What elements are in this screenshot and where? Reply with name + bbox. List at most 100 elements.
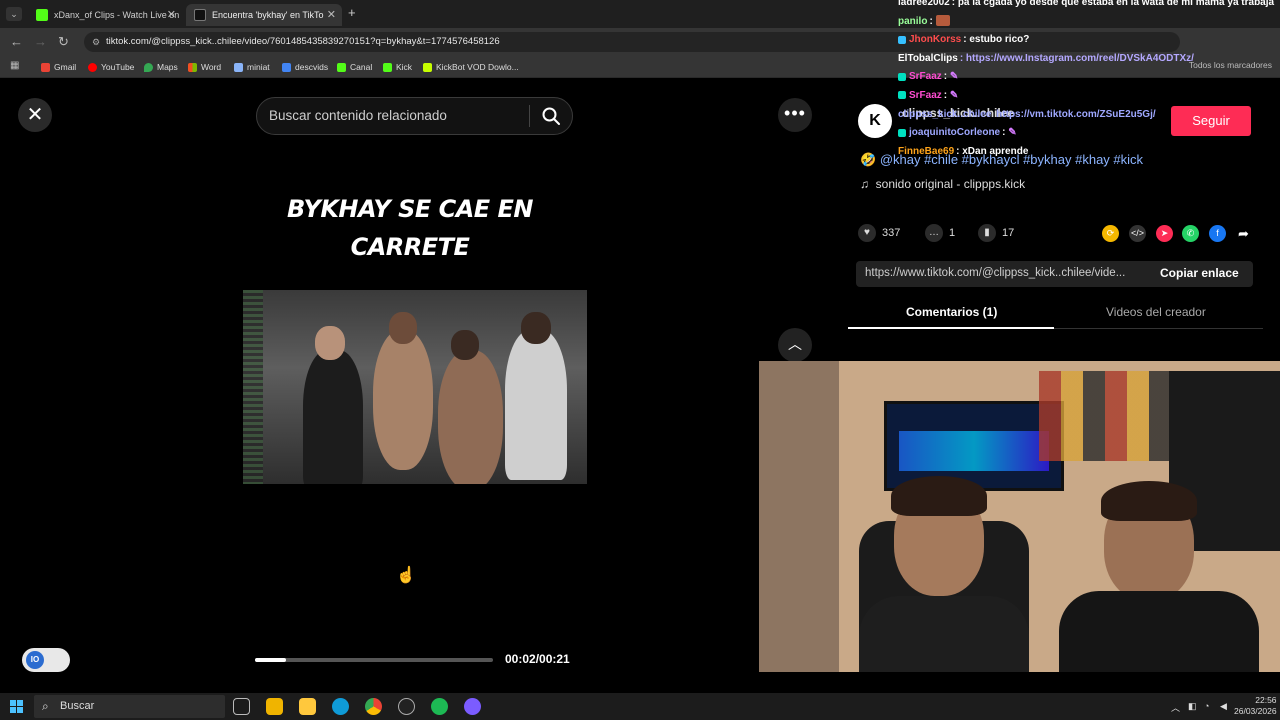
tab-comments[interactable]: Comentarios (1) bbox=[906, 304, 997, 320]
embed-icon[interactable]: </> bbox=[1129, 225, 1146, 242]
chat-text: : bbox=[1002, 127, 1006, 139]
apps-grid-icon[interactable]: ▦ bbox=[10, 60, 19, 71]
bookmark-youtube[interactable]: YouTube bbox=[88, 60, 134, 74]
badge-icon bbox=[898, 35, 906, 44]
taskbar: ⌕ Buscar ︿ ◧ ◔ ◀ 22:56 26/03/2026 bbox=[0, 693, 1280, 720]
tab-label: xDanx_of Clips - Watch Live on bbox=[54, 10, 180, 20]
badge-icon bbox=[898, 91, 906, 100]
system-clock[interactable]: 22:56 26/03/2026 bbox=[1234, 695, 1277, 717]
chat-user: SrFaaz bbox=[909, 89, 942, 101]
tab-list-button[interactable]: ⌄ bbox=[6, 7, 22, 21]
edge-icon[interactable] bbox=[332, 698, 349, 715]
whatsapp-icon[interactable]: ✆ bbox=[1182, 225, 1199, 242]
app-icon[interactable] bbox=[464, 698, 481, 715]
badge-icon bbox=[898, 72, 906, 81]
feather-emote-icon: ✎ bbox=[949, 71, 959, 83]
chat-text: https://vm.tiktok.com/ZSuE2u5Gj/ bbox=[996, 108, 1156, 120]
back-icon[interactable]: ← bbox=[10, 34, 23, 49]
save-button[interactable]: ▮ 17 bbox=[978, 224, 1014, 243]
active-tab-indicator bbox=[848, 327, 1054, 329]
chat-user: JhonKorss bbox=[909, 34, 962, 46]
bookmark-label: Kick bbox=[396, 62, 413, 72]
windows-start-icon[interactable] bbox=[10, 700, 23, 713]
related-search-input[interactable]: Buscar contenido relacionado bbox=[256, 97, 573, 135]
previous-video-button[interactable]: ︿ bbox=[778, 328, 812, 362]
chat-text: : https://www.Instagram.com/reel/DVSkA4O… bbox=[959, 52, 1194, 64]
person-head bbox=[451, 330, 479, 360]
chat-message: ladree2002: pa la cgada yo desde que est… bbox=[898, 0, 1280, 13]
person-hair bbox=[1101, 481, 1197, 521]
star-icon bbox=[234, 63, 243, 72]
person-shirt bbox=[859, 596, 1029, 672]
share-arrow-icon[interactable]: ➦ bbox=[1235, 225, 1252, 242]
close-tab-icon[interactable]: ✕ bbox=[327, 4, 336, 26]
video-frame[interactable] bbox=[243, 290, 587, 484]
network-icon[interactable]: ◧ bbox=[1188, 701, 1197, 712]
bookmark-kick[interactable]: Kick bbox=[383, 60, 412, 74]
facebook-icon[interactable]: f bbox=[1209, 225, 1226, 242]
url-text: tiktok.com/@clippss_kick..chilee/video/7… bbox=[106, 36, 500, 47]
chat-message: FinneBae69: xDan aprende bbox=[898, 143, 1280, 162]
chat-message: joaquinitoCorleone: ✎ bbox=[898, 124, 1280, 143]
volume-icon[interactable]: ◀ bbox=[1220, 701, 1227, 712]
copy-link-button[interactable]: Copiar enlace bbox=[1160, 266, 1239, 280]
chat-message: SrFaaz: ✎ bbox=[898, 87, 1280, 106]
bookmark-word[interactable]: Word bbox=[188, 60, 221, 74]
grid-icon bbox=[282, 63, 291, 72]
comment-button[interactable]: … 1 bbox=[925, 224, 955, 243]
chat-user: joaquinitoCorleone bbox=[909, 127, 1001, 139]
chat-text: : bbox=[929, 15, 933, 27]
bookmark-label: Maps bbox=[157, 62, 178, 72]
store-icon[interactable] bbox=[266, 698, 283, 715]
bookmark-label: Gmail bbox=[54, 62, 77, 72]
chat-message: clippss_kick..chilee https://vm.tiktok.c… bbox=[898, 106, 1280, 125]
bookmark-maps[interactable]: Maps bbox=[144, 60, 178, 74]
taskbar-search-label: Buscar bbox=[60, 700, 95, 712]
site-info-icon[interactable]: ⚙ bbox=[92, 32, 100, 52]
video-progress-bar[interactable] bbox=[255, 658, 493, 662]
creator-avatar[interactable]: K bbox=[858, 104, 892, 138]
repost-icon[interactable]: ⟳ bbox=[1102, 225, 1119, 242]
kick-icon bbox=[383, 63, 392, 72]
bookmark-label: miniat bbox=[247, 62, 270, 72]
kick-favicon-icon bbox=[36, 9, 48, 21]
reload-icon[interactable]: ↻ bbox=[58, 34, 69, 50]
new-tab-button[interactable]: + bbox=[348, 5, 356, 20]
bookmark-descvids[interactable]: descvids bbox=[282, 60, 328, 74]
like-count: 337 bbox=[882, 227, 901, 239]
youtube-icon bbox=[88, 63, 97, 72]
bookmark-icon: ▮ bbox=[978, 224, 996, 243]
bookmark-kickbot[interactable]: KickBot VOD Dowlo... bbox=[423, 60, 519, 74]
tab-kick[interactable]: xDanx_of Clips - Watch Live on ✕ bbox=[28, 4, 182, 26]
more-options-button[interactable]: ••• bbox=[778, 98, 812, 132]
file-explorer-icon[interactable] bbox=[299, 698, 316, 715]
search-icon[interactable] bbox=[540, 105, 562, 127]
tab-creator-videos[interactable]: Videos del creador bbox=[1106, 304, 1206, 320]
bookmark-label: descvids bbox=[295, 62, 329, 72]
like-button[interactable]: ♥ 337 bbox=[858, 224, 901, 243]
send-icon[interactable]: ➤ bbox=[1156, 225, 1173, 242]
bookmark-canal[interactable]: Canal bbox=[337, 60, 372, 74]
chat-user: ladree2002 bbox=[898, 0, 950, 8]
tab-tiktok[interactable]: Encuentra 'bykhay' en TikTo ✕ bbox=[186, 4, 342, 26]
progress-fill bbox=[255, 658, 286, 662]
close-tab-icon[interactable]: ✕ bbox=[167, 4, 176, 26]
wifi-icon[interactable]: ◔ bbox=[1204, 701, 1209, 711]
obs-icon[interactable] bbox=[398, 698, 415, 715]
sound-link[interactable]: ♫ sonido original - clippps.kick bbox=[860, 177, 1025, 191]
emote-icon bbox=[935, 15, 950, 27]
chrome-icon[interactable] bbox=[365, 698, 382, 715]
task-view-icon[interactable] bbox=[233, 698, 250, 715]
person-figure bbox=[373, 330, 433, 470]
bookmark-miniat[interactable]: miniat bbox=[234, 60, 270, 74]
close-video-button[interactable]: ✕ bbox=[18, 98, 52, 132]
bookmark-gmail[interactable]: Gmail bbox=[41, 60, 76, 74]
spotify-icon[interactable] bbox=[431, 698, 448, 715]
taskbar-search[interactable]: ⌕ Buscar bbox=[34, 695, 225, 718]
feather-emote-icon: ✎ bbox=[1008, 127, 1017, 139]
bookmark-label: KickBot VOD Dowlo... bbox=[436, 62, 519, 72]
forward-icon[interactable]: → bbox=[34, 34, 47, 49]
overlay-toggle[interactable]: IO bbox=[22, 648, 70, 672]
tray-chevron-icon[interactable]: ︿ bbox=[1171, 701, 1180, 714]
chat-user: panilo bbox=[898, 15, 928, 27]
